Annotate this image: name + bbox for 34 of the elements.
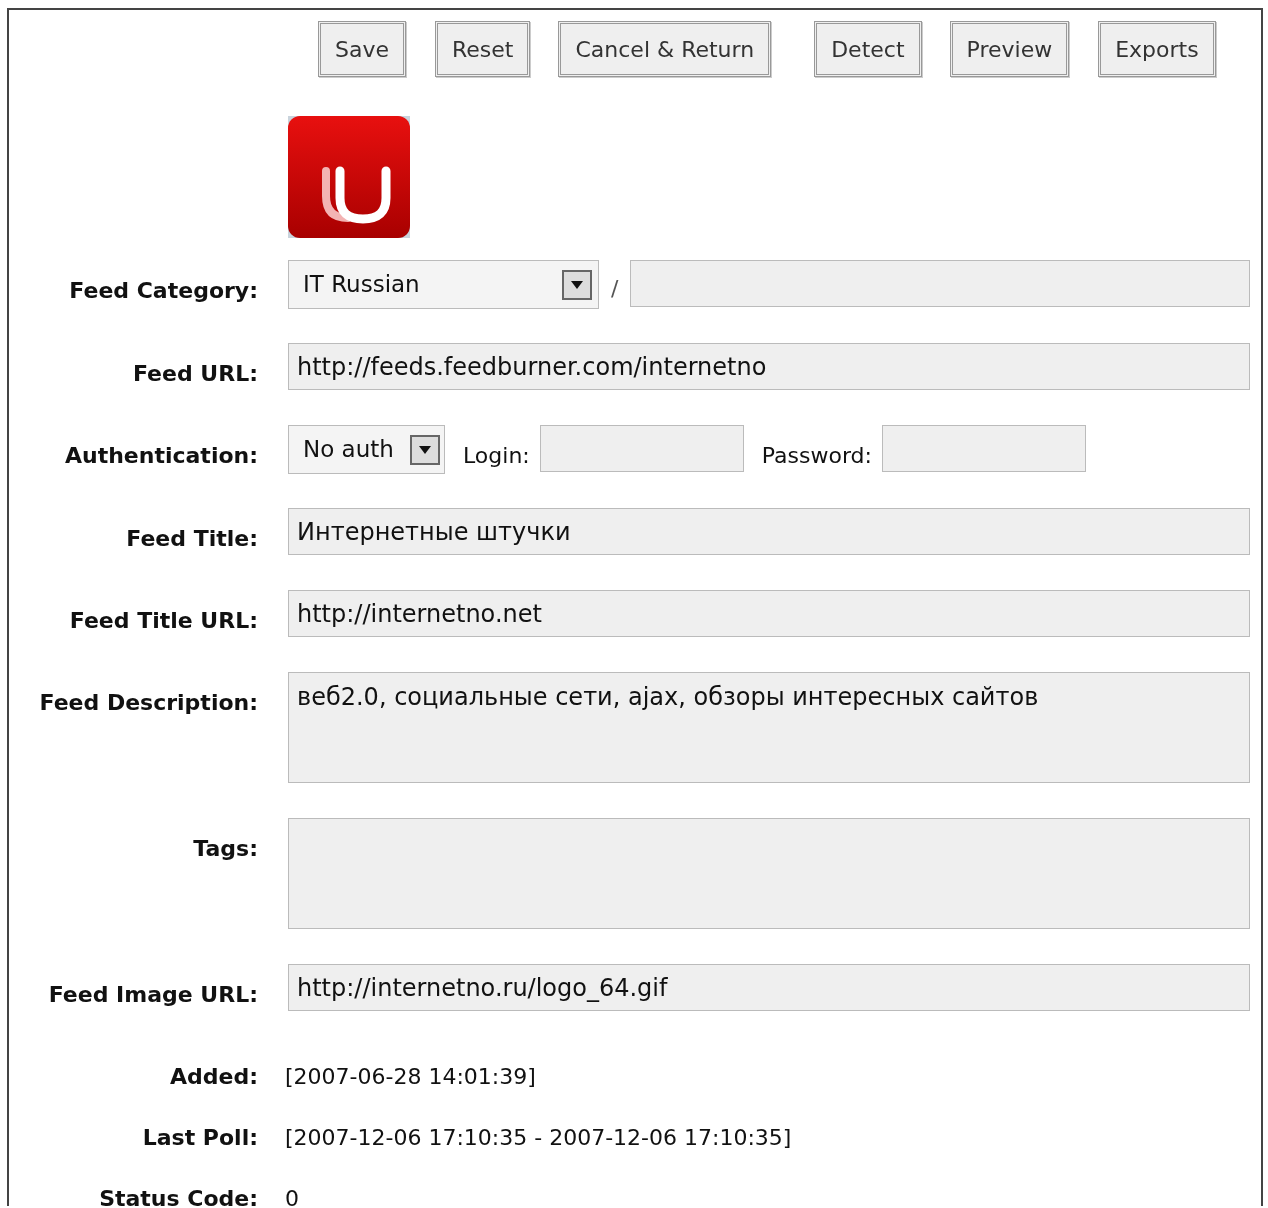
password-field[interactable] [881, 425, 1086, 472]
separator: / [611, 275, 619, 303]
auth-dropdown[interactable]: No auth [288, 425, 445, 474]
input-field[interactable]: http://internetno.ru/logo_64.gif [288, 964, 1250, 1011]
button[interactable]: Preview [949, 21, 1070, 77]
field-label: Feed Description: [38, 689, 259, 717]
input-field[interactable]: http://internetno.net [288, 590, 1250, 637]
login-field[interactable] [539, 425, 744, 472]
button[interactable]: Reset [435, 21, 531, 77]
category-dropdown[interactable]: IT Russian [288, 260, 599, 309]
text-area[interactable] [288, 818, 1250, 929]
info-value: [2007-06-28 14:01:39] [285, 1063, 536, 1091]
login-label: Login: [463, 442, 530, 470]
button[interactable]: Cancel & Return [558, 21, 772, 77]
button[interactable]: Save [318, 21, 406, 77]
field-label: Feed Title: [125, 525, 259, 553]
field-label: Authentication: [63, 442, 259, 470]
input-field[interactable]: http://feeds.feedburner.com/internetno [288, 343, 1250, 390]
button[interactable]: Exports [1098, 21, 1216, 77]
text-area[interactable]: веб2.0, социальные сети, ajax, обзоры интересных сайтов [288, 672, 1250, 783]
button[interactable]: Detect [814, 21, 922, 77]
field-label: Feed URL: [132, 360, 259, 388]
subcategory-field[interactable] [630, 260, 1251, 307]
field-label: Added: [169, 1063, 259, 1091]
info-value: 0 [285, 1185, 299, 1208]
field-label: Tags: [192, 835, 259, 863]
input-field[interactable]: Интернетные штучки [288, 508, 1250, 555]
info-value: [2007-12-06 17:10:35 - 2007-12-06 17:10:35] [285, 1124, 792, 1152]
field-label: Feed Category: [68, 277, 259, 305]
field-label: Feed Title URL: [68, 607, 259, 635]
field-label: Feed Image URL: [47, 981, 259, 1009]
field-label: Status Code: [98, 1185, 259, 1208]
field-label: Last Poll: [141, 1124, 259, 1152]
password-label: Password: [761, 442, 872, 470]
